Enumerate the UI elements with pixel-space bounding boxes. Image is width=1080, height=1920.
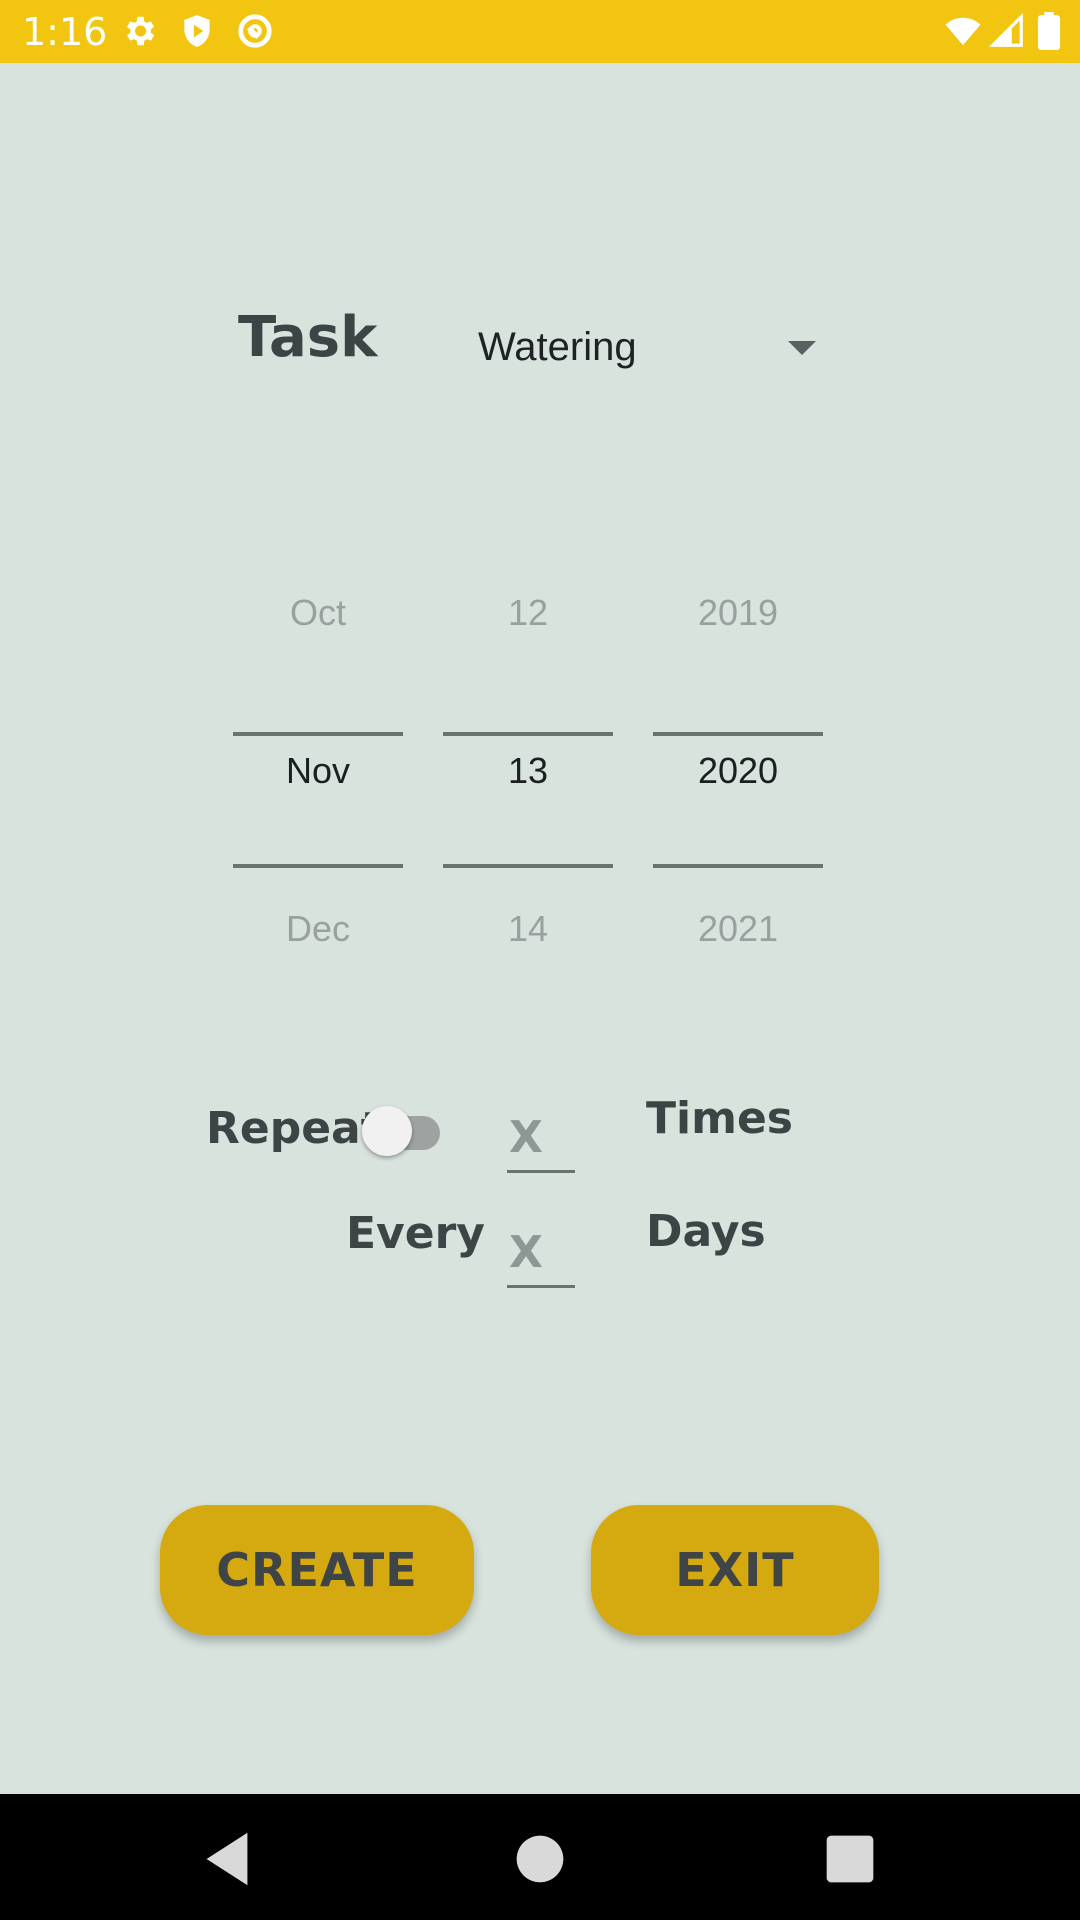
year-prev[interactable]: 2019 [653, 592, 823, 634]
month-prev[interactable]: Oct [233, 592, 403, 634]
times-label: Times [646, 1093, 793, 1144]
exit-button[interactable]: EXIT [591, 1505, 879, 1635]
days-label: Days [646, 1206, 766, 1257]
create-button[interactable]: CREATE [160, 1505, 474, 1635]
repeat-toggle[interactable] [362, 1104, 446, 1156]
task-label: Task [238, 305, 378, 370]
sync-circle-icon [238, 14, 272, 48]
wifi-icon [945, 17, 981, 46]
days-input-placeholder: X [509, 1227, 543, 1278]
month-selected[interactable]: Nov [233, 750, 403, 792]
repeat-toggle-thumb [362, 1106, 412, 1156]
home-icon[interactable] [505, 1824, 575, 1894]
times-input[interactable]: X [507, 1108, 575, 1173]
task-dropdown[interactable]: Watering [470, 313, 830, 383]
picker-divider [233, 864, 403, 868]
gear-icon [126, 16, 155, 46]
picker-divider [233, 732, 403, 736]
year-selected[interactable]: 2020 [653, 750, 823, 792]
month-picker[interactable]: Oct Nov Dec [233, 548, 403, 1028]
dropdown-arrow-icon [788, 341, 816, 355]
navigation-bar [0, 1794, 1080, 1920]
times-input-placeholder: X [509, 1112, 543, 1163]
year-next[interactable]: 2021 [653, 908, 823, 950]
back-icon[interactable] [192, 1824, 262, 1894]
task-dropdown-value: Watering [478, 325, 637, 369]
day-prev[interactable]: 12 [443, 592, 613, 634]
battery-icon [1037, 12, 1061, 50]
day-selected[interactable]: 13 [443, 750, 613, 792]
picker-divider [443, 732, 613, 736]
status-time: 1:16 [22, 10, 108, 54]
cell-signal-icon [988, 12, 1023, 47]
year-picker[interactable]: 2019 2020 2021 [653, 548, 823, 1028]
recents-icon[interactable] [815, 1824, 885, 1894]
task-form: Task Watering Oct Nov Dec 12 13 14 2019 … [0, 63, 1080, 1794]
month-next[interactable]: Dec [233, 908, 403, 950]
picker-divider [443, 864, 613, 868]
days-input[interactable]: X [507, 1223, 575, 1288]
day-next[interactable]: 14 [443, 908, 613, 950]
every-label: Every [346, 1208, 485, 1259]
status-bar: 1:16 [0, 0, 1080, 63]
day-picker[interactable]: 12 13 14 [443, 548, 613, 1028]
picker-divider [653, 864, 823, 868]
shield-play-icon [184, 15, 210, 47]
repeat-label: Repeat [206, 1103, 382, 1154]
picker-divider [653, 732, 823, 736]
